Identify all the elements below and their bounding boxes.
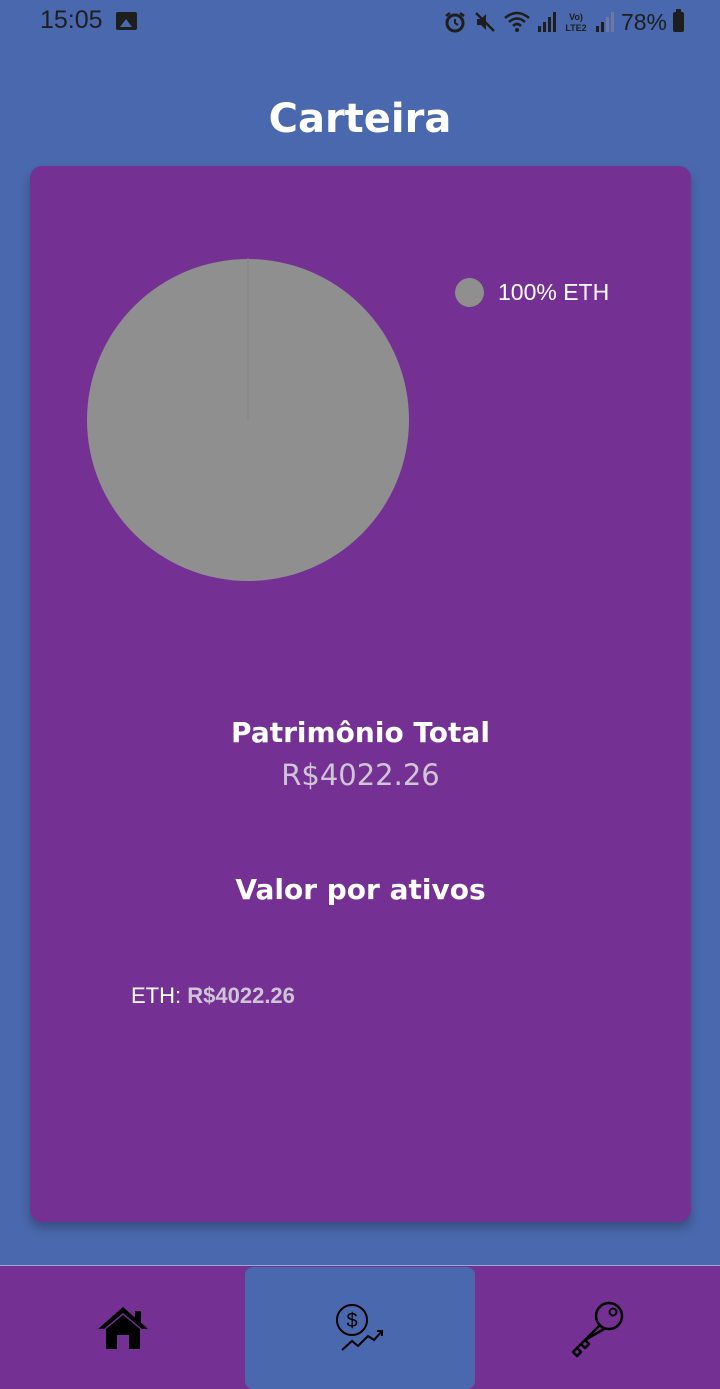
page-title: Carteira bbox=[268, 96, 452, 142]
wifi-icon bbox=[504, 11, 530, 32]
assets-heading: Valor por ativos bbox=[235, 873, 486, 906]
key-icon bbox=[571, 1301, 624, 1358]
svg-text:LTE2: LTE2 bbox=[565, 23, 586, 33]
gallery-icon bbox=[116, 12, 137, 30]
battery-icon bbox=[673, 9, 684, 32]
money-growth-icon: $ bbox=[336, 1304, 383, 1351]
pie-chart bbox=[87, 258, 409, 581]
nav-keys-button[interactable] bbox=[482, 1267, 712, 1389]
alarm-icon bbox=[445, 12, 465, 33]
status-icons: Vo) LTE2 78% bbox=[443, 8, 684, 36]
volte-lte2-icon: Vo) LTE2 bbox=[565, 12, 586, 33]
chart-legend: 100% ETH bbox=[455, 278, 609, 307]
status-time: 15:05 bbox=[40, 6, 103, 34]
signal-icon bbox=[595, 12, 614, 32]
mute-icon bbox=[475, 12, 495, 32]
total-label: Patrimônio Total bbox=[231, 716, 490, 749]
nav-wallet-button[interactable]: $ bbox=[245, 1267, 475, 1389]
battery-percentage: 78% bbox=[620, 8, 667, 35]
svg-text:$: $ bbox=[346, 1310, 357, 1332]
asset-row: ETH: R$4022.26 bbox=[131, 983, 295, 1009]
signal-icon bbox=[537, 12, 556, 32]
nav-home-button[interactable] bbox=[8, 1267, 238, 1389]
legend-label: 100% ETH bbox=[498, 279, 610, 305]
bottom-nav: $ bbox=[0, 1265, 720, 1389]
home-icon bbox=[98, 1307, 148, 1349]
asset-symbol: ETH: bbox=[131, 983, 182, 1008]
status-bar: 15:05 Vo) LTE2 78% bbox=[0, 0, 720, 44]
wallet-card: 100% ETH Patrimônio Total R$4022.26 Valo… bbox=[30, 166, 691, 1222]
legend-swatch bbox=[455, 278, 484, 307]
total-value: R$4022.26 bbox=[281, 758, 440, 792]
asset-value: R$4022.26 bbox=[187, 983, 295, 1008]
svg-text:Vo): Vo) bbox=[569, 12, 583, 22]
